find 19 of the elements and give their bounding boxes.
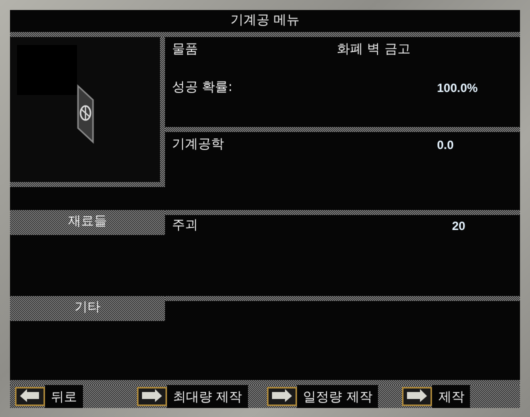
success-value: 100.0% [437, 80, 478, 96]
icon-slot [17, 44, 77, 95]
back-button[interactable]: 뒤로 [10, 385, 87, 408]
section-title: 재료들 [68, 214, 107, 230]
item-label: 물품 [172, 42, 198, 57]
material-amount: 20 [452, 218, 466, 234]
section-title: 기타 [74, 300, 100, 316]
material-name: 주괴 [172, 218, 198, 233]
success-label: 성공 확률: [172, 80, 233, 95]
forward-arrow-icon [402, 387, 432, 406]
skill-label: 기계공학 [172, 136, 224, 152]
back-arrow-icon [15, 387, 45, 406]
craft-button[interactable]: 제작 [397, 385, 474, 408]
window-title: 기계공 메뉴 [230, 12, 300, 29]
skill-value: 0.0 [437, 136, 454, 153]
item-name: 화폐 벽 금고 [337, 42, 410, 58]
forward-arrow-icon [137, 387, 167, 406]
safe-icon [76, 84, 96, 144]
forward-arrow-icon [267, 387, 298, 406]
